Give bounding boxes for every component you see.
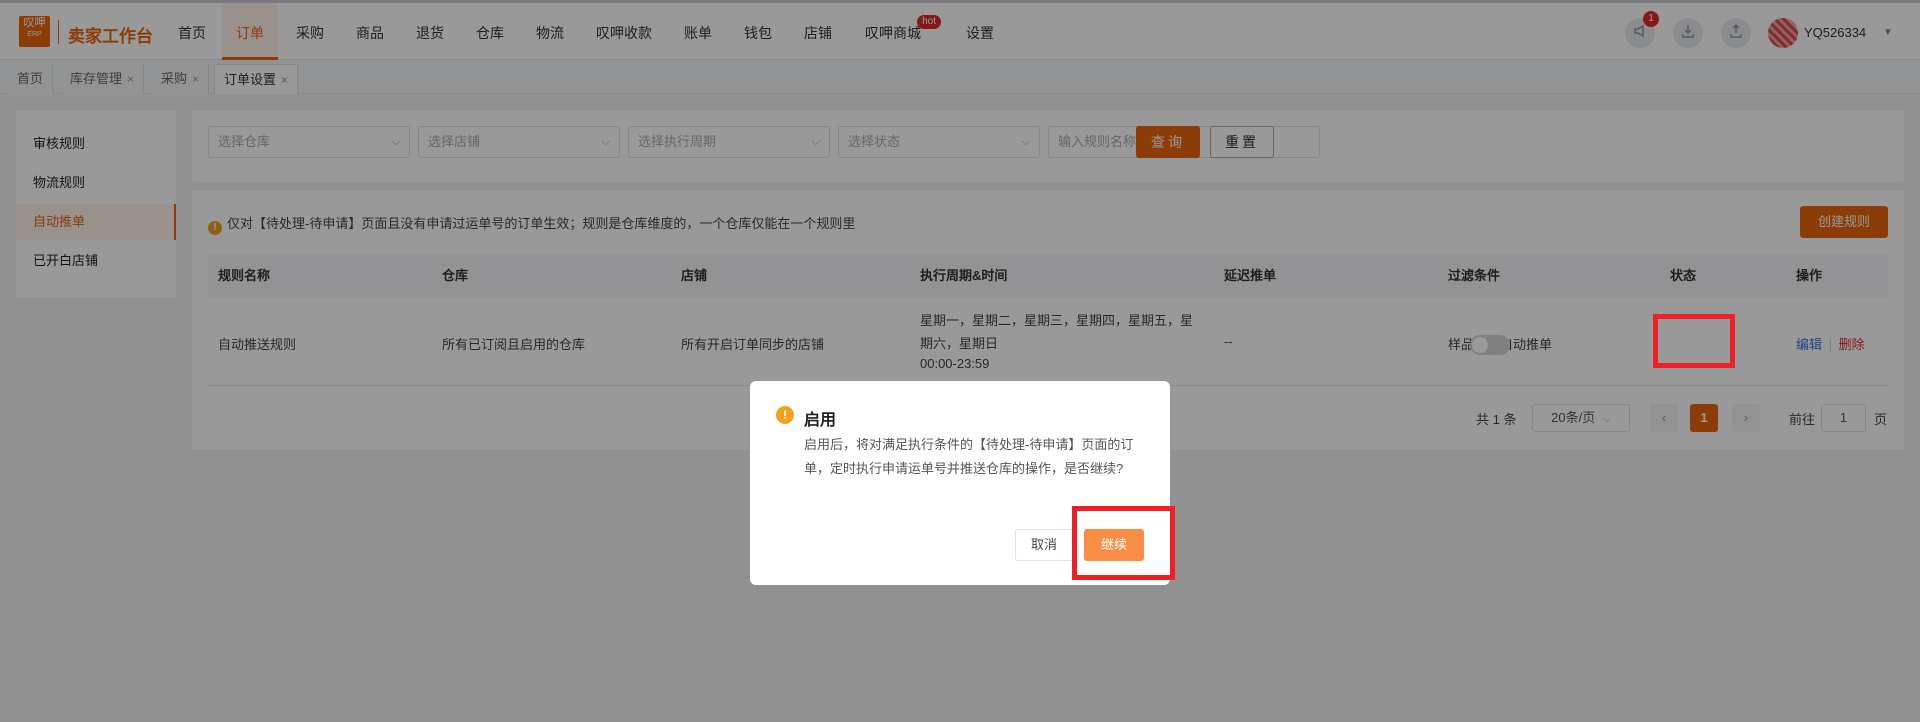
modal-overlay[interactable] [0,0,1920,722]
highlight-toggle-box [1653,314,1735,368]
cancel-button[interactable]: 取消 [1015,529,1073,561]
dialog-title: 启用 [804,412,837,429]
dialog-message: 启用后，将对满足执行条件的【待处理-待申请】页面的订单，定时执行申请运单号并推送… [804,437,1134,476]
warning-icon: ! [776,406,794,424]
highlight-continue-box [1072,506,1175,580]
